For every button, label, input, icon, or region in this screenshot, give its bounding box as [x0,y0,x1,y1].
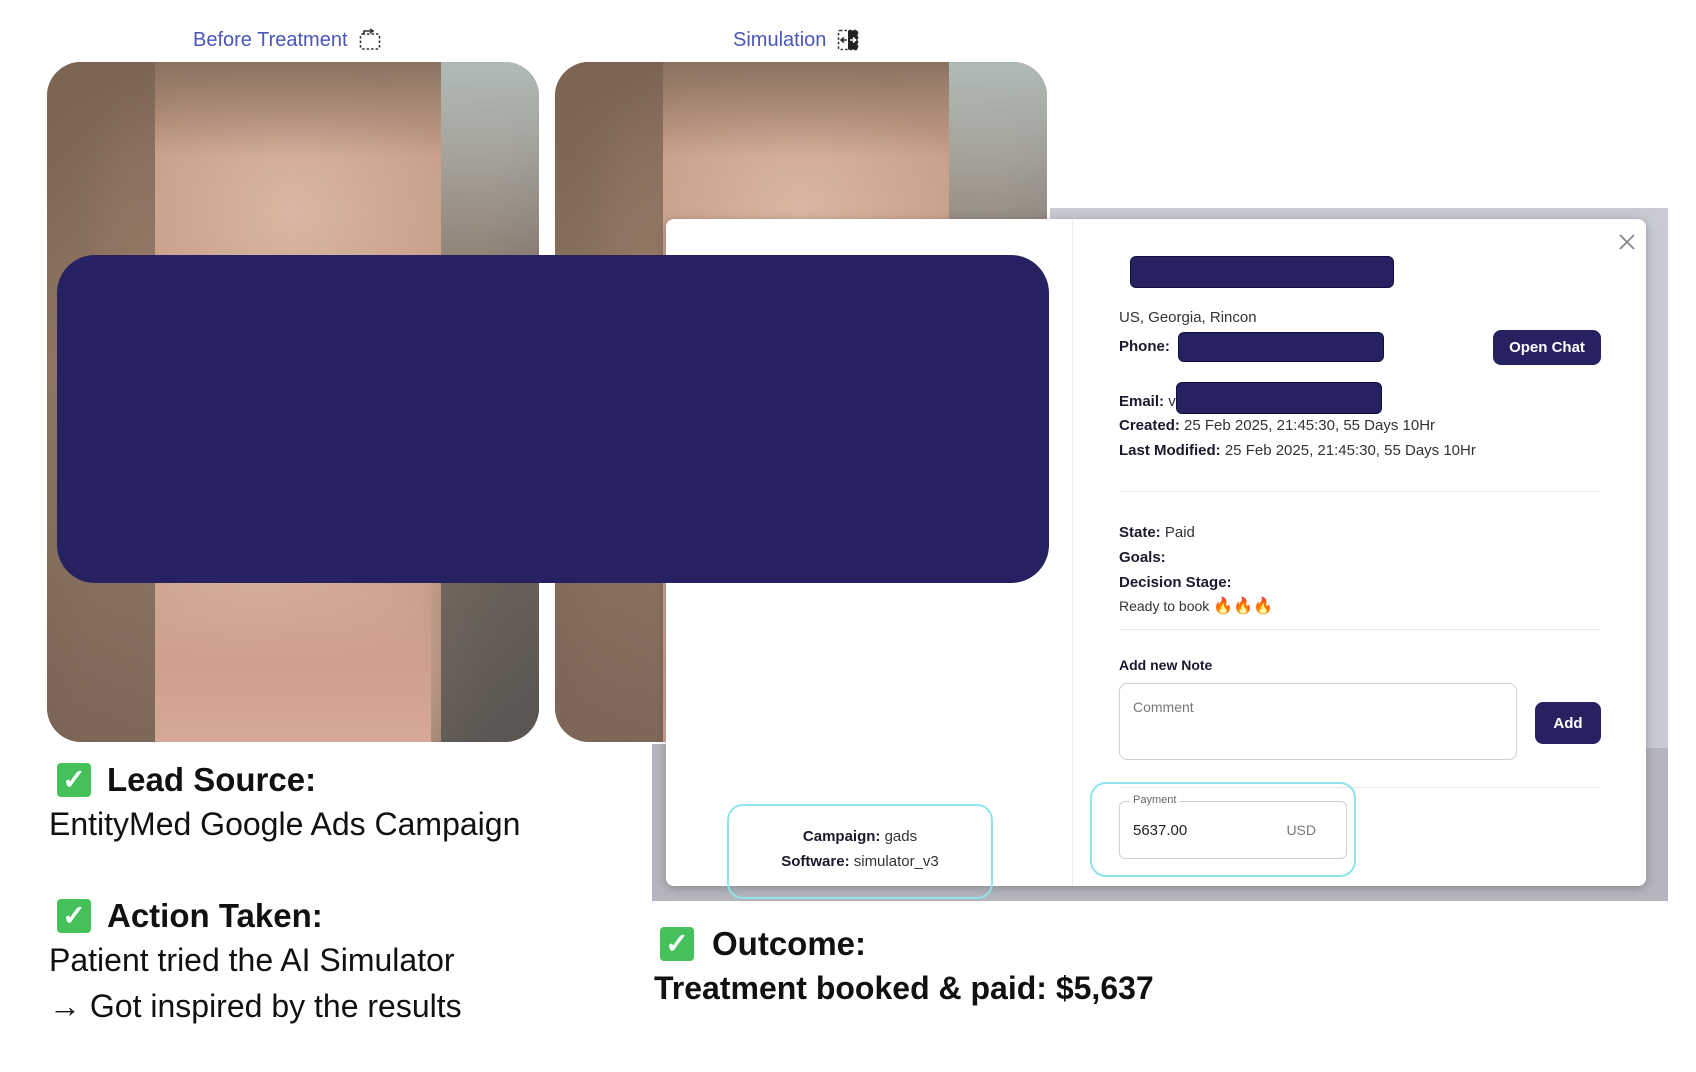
state-label: State: [1119,524,1161,541]
software-label: Software: [781,853,850,870]
last-modified-value: 25 Feb 2025, 21:45:30, 55 Days 10Hr [1224,442,1476,459]
check-icon: ✓ [57,899,91,933]
simulation-label: Simulation [733,28,827,51]
check-icon: ✓ [660,927,694,961]
decision-stage-value: Ready to book [1119,598,1210,614]
flame-icon: 🔥 [1253,598,1273,615]
lead-source-heading: Lead Source: [107,761,317,798]
phone-value-redacted [1178,332,1384,362]
software-value: simulator_v3 [853,853,939,870]
face-redaction-bar [57,255,1049,583]
add-note-heading: Add new Note [1119,657,1212,673]
software-field: Software: simulator_v3 [727,853,993,870]
outcome-heading: Outcome: [712,925,867,962]
column-divider [1072,219,1073,886]
outcome-text: Treatment booked & paid: $5,637 [654,970,1154,1006]
section-divider [1119,629,1601,630]
payment-amount: 5637.00 [1133,822,1188,839]
action-taken-line2: → Got inspired by the results [49,988,462,1024]
decision-stage-value-row: Ready to book 🔥🔥🔥 [1119,596,1273,616]
campaign-highlight [727,804,993,899]
goals-label: Goals: [1119,549,1166,566]
open-chat-button[interactable]: Open Chat [1493,330,1601,365]
last-modified-field: Last Modified: 25 Feb 2025, 21:45:30, 55… [1119,442,1476,459]
lead-name-redacted [1130,256,1394,288]
flame-icon: 🔥 [1233,598,1254,615]
created-value: 25 Feb 2025, 21:45:30, 55 Days 10Hr [1184,417,1436,434]
payment-input[interactable]: Payment 5637.00 USD [1119,794,1347,859]
state-value: Paid [1164,524,1195,541]
phone-label: Phone: [1119,338,1170,355]
close-icon[interactable] [1616,231,1638,253]
split-compare-icon[interactable] [836,28,860,52]
compare-flip-icon[interactable] [358,28,382,52]
campaign-value: gads [884,828,918,845]
section-divider [1119,491,1601,492]
campaign-label: Campaign: [802,828,881,845]
before-treatment-label: Before Treatment [193,28,348,51]
payment-legend: Payment [1130,794,1180,806]
last-modified-label: Last Modified: [1119,442,1221,459]
email-field: Email: v [1119,393,1176,410]
comment-input[interactable]: Comment [1119,683,1517,760]
check-icon: ✓ [57,763,91,797]
email-value-redacted [1176,382,1382,414]
before-treatment-caption: Before Treatment [193,28,382,52]
lead-source-text: EntityMed Google Ads Campaign [49,806,521,842]
action-taken-line1: Patient tried the AI Simulator [49,942,455,978]
phone-field: Phone: [1119,338,1170,355]
goals-field: Goals: [1119,549,1166,566]
add-note-button[interactable]: Add [1535,702,1601,744]
campaign-field: Campaign: gads [727,828,993,845]
simulation-caption: Simulation [733,28,860,52]
decision-stage-field: Decision Stage: [1119,574,1232,591]
lead-location: US, Georgia, Rincon [1119,309,1257,326]
email-label: Email: [1119,393,1165,410]
state-field: State: Paid [1119,524,1195,541]
created-field: Created: 25 Feb 2025, 21:45:30, 55 Days … [1119,417,1435,434]
payment-currency: USD [1286,822,1316,838]
created-label: Created: [1119,417,1180,434]
decision-stage-label: Decision Stage: [1119,574,1232,591]
flame-icon: 🔥 [1213,598,1234,615]
add-note-heading-text: Add new Note [1119,657,1213,673]
action-taken-heading: Action Taken: [107,897,323,934]
email-prefix: v [1168,393,1176,410]
